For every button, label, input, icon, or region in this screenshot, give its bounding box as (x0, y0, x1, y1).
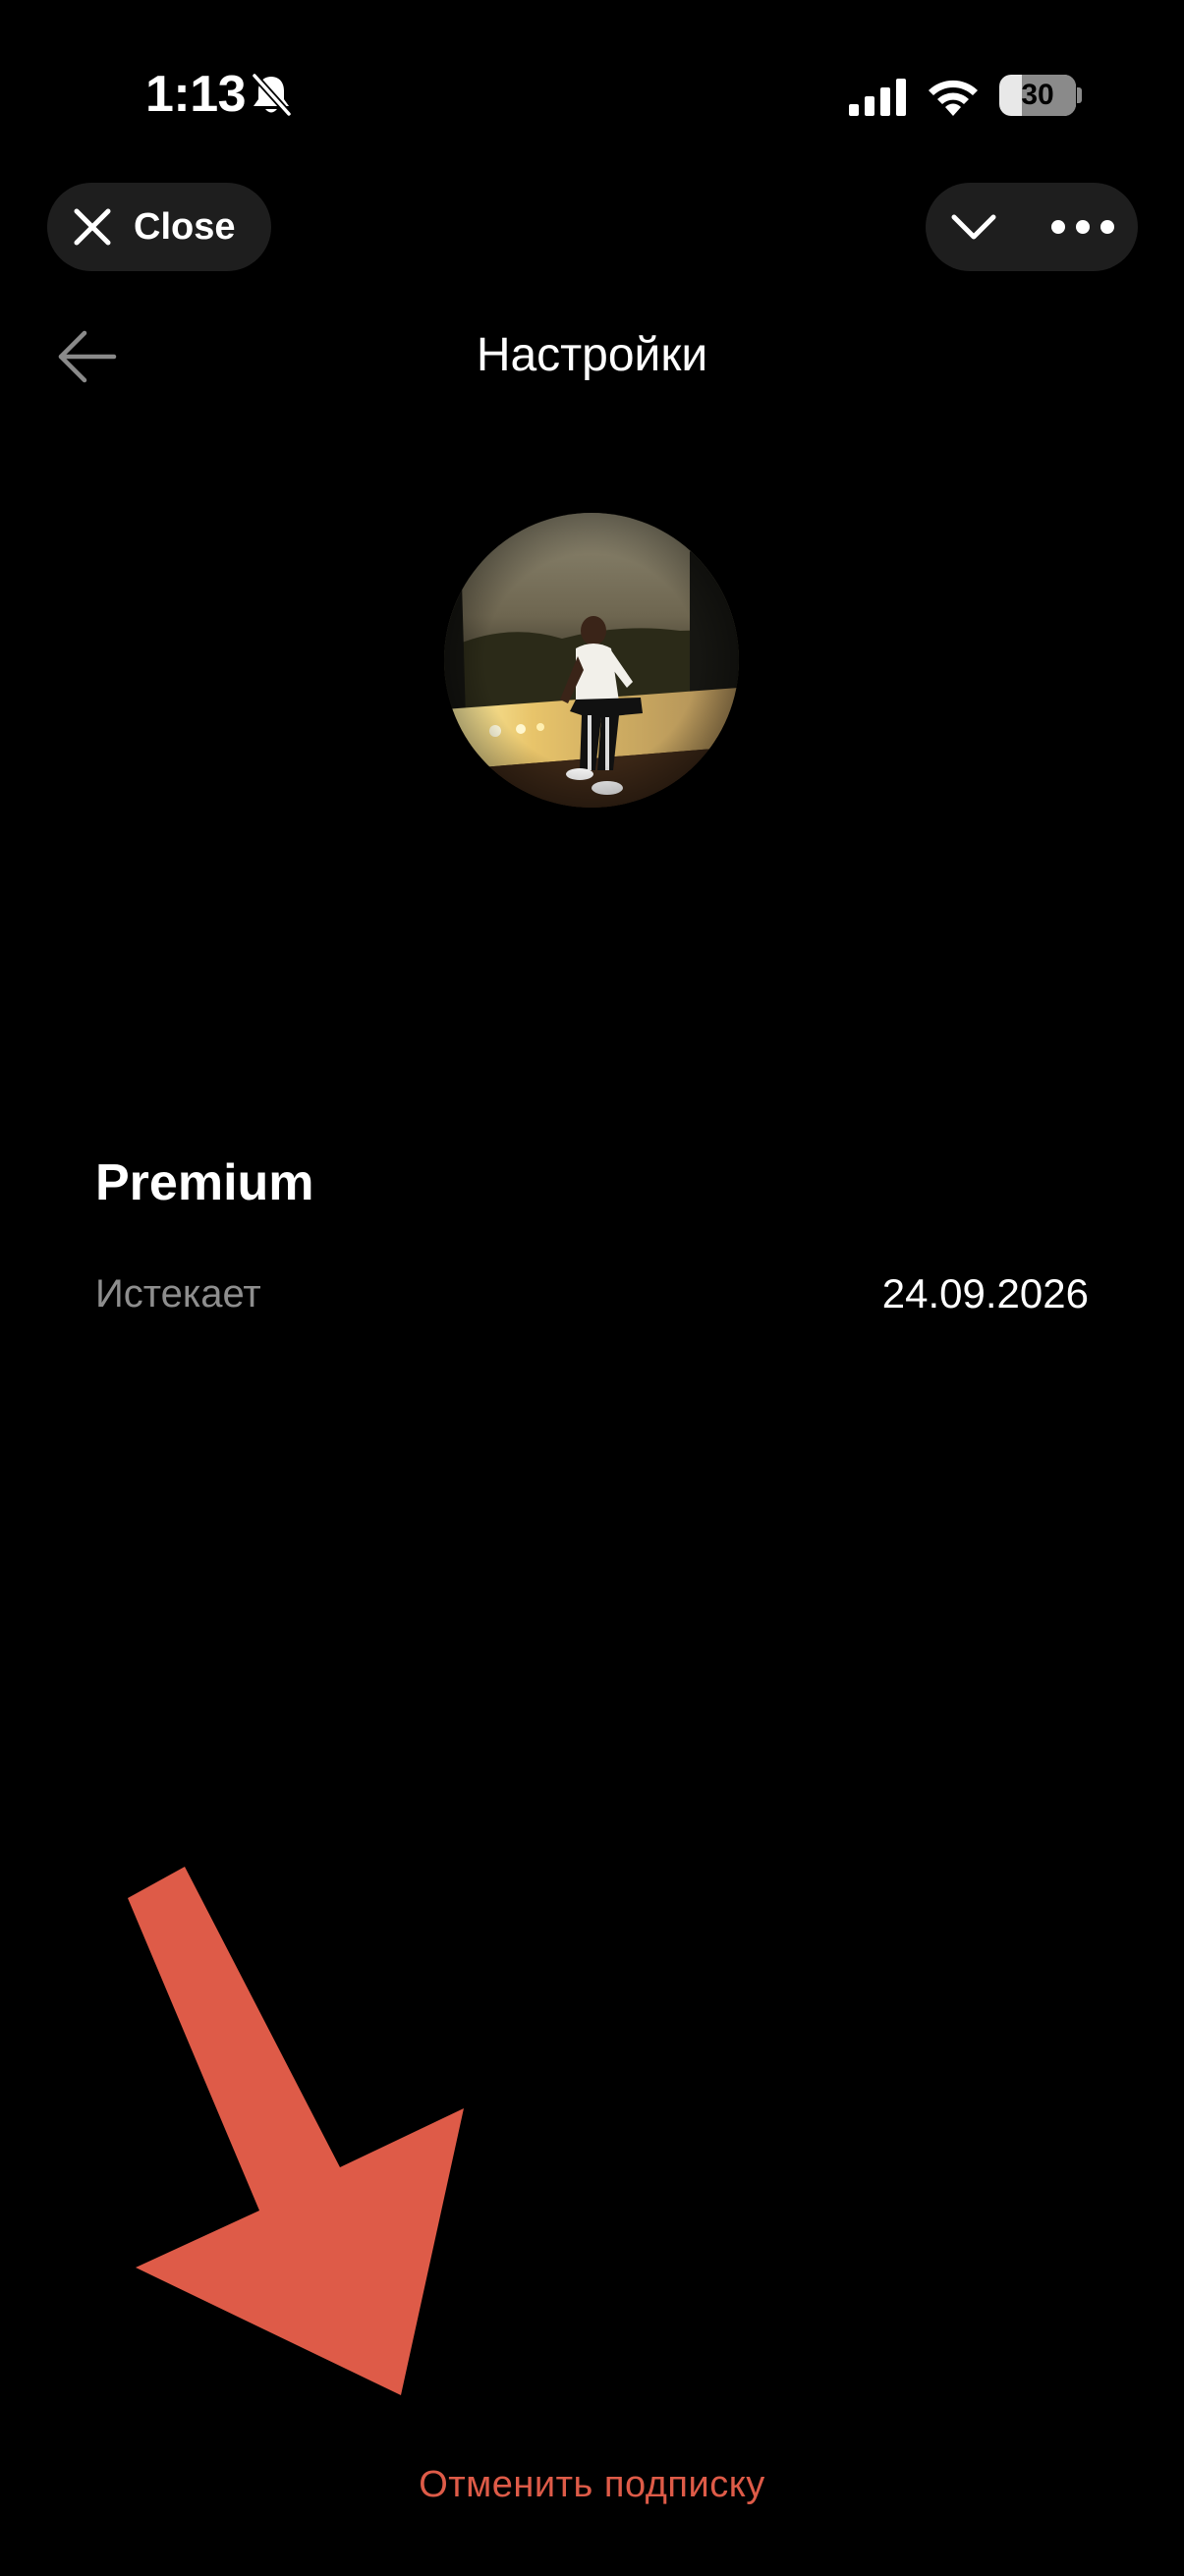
cellular-signal-icon (849, 79, 906, 116)
page-title: Настройки (476, 329, 708, 381)
close-button[interactable]: Close (47, 183, 271, 271)
wifi-icon (929, 80, 978, 116)
avatar[interactable] (444, 513, 739, 808)
plan-name: Premium (95, 1154, 314, 1211)
close-label: Close (134, 205, 236, 248)
close-icon (74, 208, 111, 246)
more-icon (1051, 220, 1114, 234)
expires-label: Истекает (95, 1272, 261, 1316)
annotation-arrow (128, 1867, 464, 2395)
status-time: 1:13 (145, 66, 247, 123)
bell-slash-icon (252, 73, 292, 117)
cancel-subscription-button[interactable]: Отменить подписку (0, 2464, 1184, 2506)
expires-value: 24.09.2026 (881, 1270, 1089, 1316)
more-button[interactable] (1043, 202, 1122, 252)
battery-icon: 30 (999, 75, 1082, 116)
mini-app-controls (926, 183, 1138, 271)
chevron-down-icon (951, 214, 996, 240)
minimize-button[interactable] (947, 202, 1000, 252)
battery-percent: 30 (1021, 79, 1054, 111)
